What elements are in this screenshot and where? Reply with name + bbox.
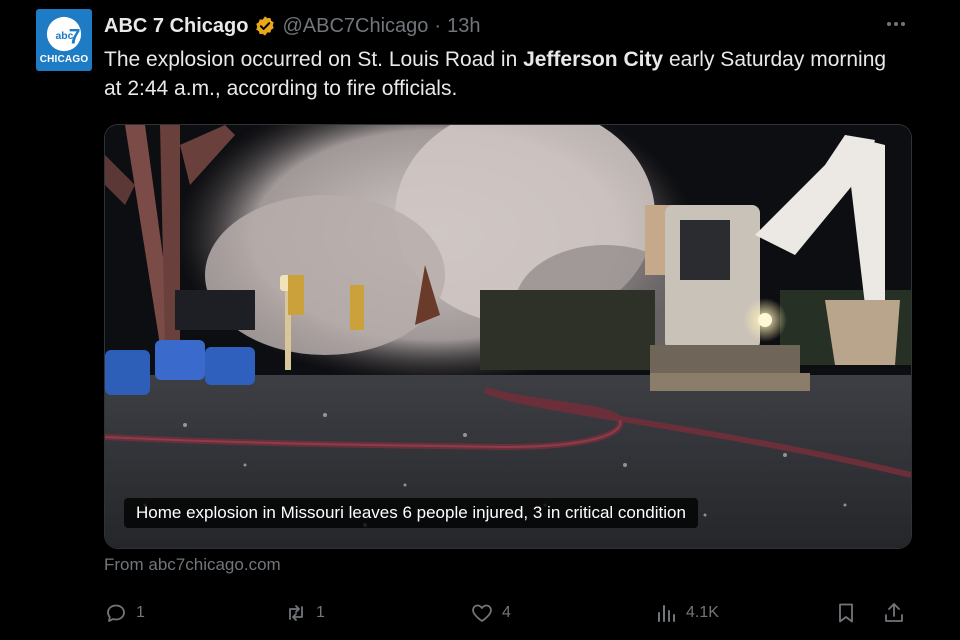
media-caption: Home explosion in Missouri leaves 6 peop…	[124, 498, 698, 528]
reply-count: 1	[136, 604, 145, 621]
bookmark-button[interactable]	[834, 596, 858, 630]
post-time[interactable]: 13h	[447, 15, 480, 38]
verified-badge-icon[interactable]	[254, 15, 276, 37]
post-text-bold[interactable]: Jefferson City	[523, 48, 663, 71]
repost-count: 1	[316, 604, 325, 621]
account-handle[interactable]: @ABC7Chicago	[282, 15, 428, 38]
avatar-logo-number: 7	[69, 26, 81, 49]
share-icon	[885, 603, 903, 622]
views-chart-icon	[658, 605, 675, 622]
post-text-part1: The explosion occurred on St. Louis Road…	[104, 48, 524, 71]
bookmark-icon	[839, 603, 853, 623]
views-count: 4.1K	[686, 604, 719, 621]
explosion-scene-image	[105, 125, 911, 548]
avatar-subtext: CHICAGO	[39, 54, 89, 65]
action-bar: 1 1 4 4.1K	[104, 596, 912, 630]
views-button[interactable]: 4.1K	[654, 596, 719, 630]
post-text: The explosion occurred on St. Louis Road…	[104, 45, 904, 103]
abc7-logo: abc 7	[46, 16, 82, 52]
post-media-image[interactable]	[104, 124, 912, 549]
account-name[interactable]: ABC 7 Chicago	[104, 15, 248, 38]
like-button[interactable]: 4	[470, 596, 511, 630]
link-source[interactable]: From abc7chicago.com	[104, 555, 281, 575]
reply-icon	[107, 604, 125, 622]
screen-frame: abc 7 CHICAGO ABC 7 Chicago @ABC7Chicago…	[0, 0, 960, 640]
avatar[interactable]: abc 7 CHICAGO	[36, 9, 92, 71]
like-count: 4	[502, 604, 511, 621]
share-button[interactable]	[882, 596, 906, 630]
post-header: ABC 7 Chicago @ABC7Chicago · 13h	[104, 12, 480, 40]
header-separator: ·	[434, 14, 442, 37]
heart-icon	[472, 604, 492, 622]
repost-icon	[289, 605, 303, 621]
more-options-icon[interactable]	[880, 12, 912, 36]
repost-button[interactable]: 1	[284, 596, 325, 630]
reply-button[interactable]: 1	[104, 596, 145, 630]
